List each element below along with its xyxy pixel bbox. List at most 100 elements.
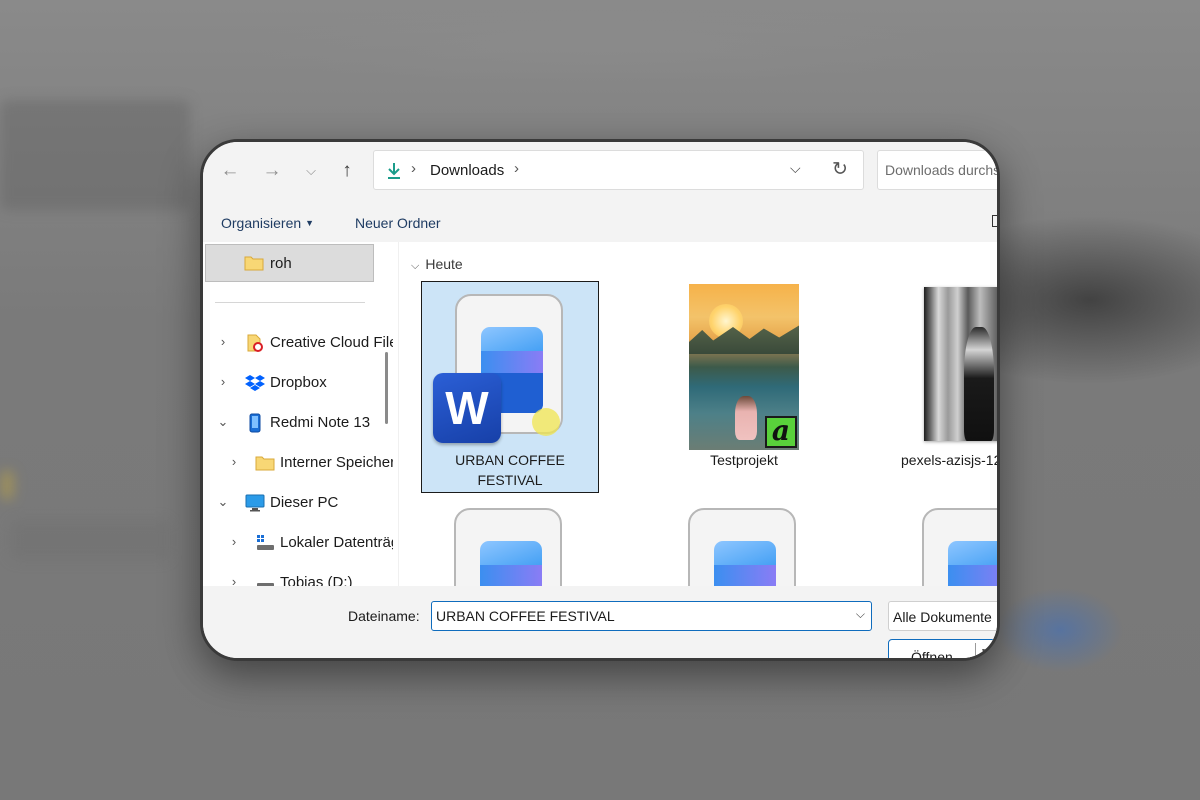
chevron-down-icon[interactable]: ⌄ bbox=[217, 414, 229, 430]
download-icon bbox=[388, 163, 400, 179]
chevron-right-icon[interactable]: › bbox=[228, 574, 240, 586]
phone-icon bbox=[249, 413, 261, 433]
tree-item-this-pc[interactable]: ⌄ Dieser PC bbox=[203, 483, 383, 523]
file-item-pexels[interactable]: pexels-azisjs-12 bbox=[889, 281, 1000, 493]
computer-icon bbox=[245, 494, 265, 512]
arrow-right-icon: → bbox=[262, 160, 282, 181]
bottom-bar: Dateiname: ⌵ Alle Dokumente Öffnen ▼ bbox=[203, 586, 997, 661]
folder-icon bbox=[255, 456, 275, 471]
search-input[interactable] bbox=[878, 151, 997, 189]
command-bar: Organisieren ▼ Neuer Ordner bbox=[203, 204, 997, 242]
tree-item-label: Interner Speicher bbox=[280, 454, 393, 471]
cliffs-graphic bbox=[689, 325, 799, 354]
filetype-select[interactable]: Alle Dokumente bbox=[888, 601, 997, 631]
file-name: pexels-azisjs-12 bbox=[901, 452, 1000, 468]
file-open-dialog: ← → ⌵ ↑ › Downloads › ⌵ ↻ Organisieren▼ … bbox=[200, 139, 1000, 661]
new-folder-button[interactable]: Neuer Ordner bbox=[355, 215, 441, 231]
tree-item-dropbox[interactable]: › Dropbox bbox=[203, 363, 383, 403]
navigation-scrollbar[interactable] bbox=[385, 352, 388, 424]
person-graphic bbox=[735, 396, 757, 440]
recent-locations-button[interactable]: ⌵ bbox=[296, 156, 326, 186]
group-header[interactable]: ⌵ Heute bbox=[411, 256, 463, 273]
background-blob bbox=[10, 520, 170, 560]
tree-item-internal-storage[interactable]: › Interner Speicher bbox=[203, 443, 393, 483]
tree-item-creative-cloud[interactable]: › Creative Cloud Files bbox=[203, 323, 393, 363]
file-list: ⌵ Heute W URBAN COFFEE FESTIVAL a Testpro… bbox=[398, 242, 1000, 586]
document-thumbnail bbox=[688, 508, 796, 586]
background-blob bbox=[0, 100, 190, 210]
filename-label: Dateiname: bbox=[348, 608, 420, 624]
tree-item-label: Lokaler Datenträger bbox=[280, 534, 393, 551]
filename-input[interactable] bbox=[432, 602, 850, 630]
address-history-dropdown[interactable]: ⌵ bbox=[790, 160, 801, 177]
up-button[interactable]: ↑ bbox=[332, 156, 362, 186]
tree-item-label: Redmi Note 13 bbox=[270, 414, 371, 431]
word-icon: W bbox=[433, 373, 501, 443]
file-item-urban-coffee-festival[interactable]: W URBAN COFFEE FESTIVAL bbox=[421, 281, 599, 493]
view-options-icon[interactable] bbox=[992, 215, 997, 227]
tree-item-redmi[interactable]: ⌄ Redmi Note 13 bbox=[203, 403, 383, 443]
address-bar[interactable]: › Downloads › ⌵ ↻ bbox=[373, 150, 864, 190]
tree-item-label: Dropbox bbox=[270, 374, 327, 391]
tree-item-local-disk[interactable]: › Lokaler Datenträger bbox=[203, 523, 393, 563]
caret-down-icon[interactable]: ▼ bbox=[980, 647, 990, 658]
word-tile-icon bbox=[480, 541, 542, 586]
filetype-value: Alle Dokumente bbox=[893, 609, 992, 625]
document-thumbnail bbox=[922, 508, 997, 586]
chevron-right-icon[interactable]: › bbox=[228, 454, 240, 469]
refresh-icon[interactable]: ↻ bbox=[832, 158, 848, 181]
background-blob bbox=[0, 470, 14, 500]
file-item-testprojekt[interactable]: a Testprojekt bbox=[655, 281, 833, 493]
creative-cloud-icon bbox=[247, 334, 263, 352]
document-thumbnail bbox=[454, 508, 562, 586]
chevron-right-icon[interactable]: › bbox=[228, 534, 240, 549]
chevron-right-icon[interactable]: › bbox=[217, 334, 229, 349]
chevron-down-icon[interactable]: ⌵ bbox=[856, 607, 865, 622]
tree-item-label: Dieser PC bbox=[270, 494, 339, 511]
quick-access-label: roh bbox=[270, 255, 292, 272]
word-tile-icon bbox=[948, 541, 997, 586]
breadcrumb-separator-icon[interactable]: › bbox=[514, 160, 519, 177]
arrow-left-icon: ← bbox=[220, 160, 240, 181]
mouse-cursor-icon bbox=[532, 408, 560, 436]
file-item-document[interactable] bbox=[655, 498, 833, 586]
organize-menu[interactable]: Organisieren ▼ bbox=[221, 215, 314, 231]
tree-item-drive-d[interactable]: › Tobias (D:) bbox=[203, 563, 383, 586]
group-label: Heute bbox=[425, 256, 463, 272]
affinity-app-icon: a bbox=[765, 416, 797, 448]
chevron-down-icon: ⌵ bbox=[411, 260, 420, 272]
drive-icon bbox=[257, 583, 274, 586]
pane-divider bbox=[215, 302, 365, 303]
dropbox-icon bbox=[245, 375, 265, 391]
chevron-down-icon: ⌵ bbox=[306, 163, 316, 178]
navigation-row: ← → ⌵ ↑ › Downloads › ⌵ ↻ bbox=[203, 142, 997, 204]
filename-combobox[interactable]: ⌵ bbox=[431, 601, 872, 631]
breadcrumb-downloads[interactable]: Downloads bbox=[430, 162, 504, 179]
file-item-document[interactable] bbox=[889, 498, 997, 586]
open-button-label: Öffnen bbox=[911, 649, 953, 661]
chevron-down-icon[interactable]: ⌄ bbox=[217, 494, 229, 510]
image-thumbnail bbox=[924, 287, 997, 441]
chevron-right-icon[interactable]: › bbox=[217, 374, 229, 389]
person-graphic bbox=[964, 327, 994, 441]
image-thumbnail: a bbox=[689, 284, 799, 450]
split-divider bbox=[975, 643, 976, 658]
quick-access-item-roh[interactable]: roh bbox=[205, 244, 374, 282]
breadcrumb-separator-icon: › bbox=[411, 160, 416, 177]
file-item-document[interactable] bbox=[421, 498, 599, 586]
back-button[interactable]: ← bbox=[215, 156, 245, 186]
file-name: Testprojekt bbox=[710, 452, 778, 468]
arrow-up-icon: ↑ bbox=[342, 160, 352, 181]
tree-item-label: Creative Cloud Files bbox=[270, 334, 393, 351]
folder-icon bbox=[244, 256, 264, 271]
organize-label: Organisieren bbox=[221, 215, 302, 231]
navigation-pane: roh › Creative Cloud Files › Dropbox ⌄ R… bbox=[203, 242, 393, 586]
drive-icon bbox=[257, 535, 274, 550]
caret-down-icon: ▼ bbox=[305, 218, 315, 228]
file-name: URBAN COFFEE FESTIVAL bbox=[455, 452, 565, 488]
search-box[interactable] bbox=[877, 150, 997, 190]
tree-item-label: Tobias (D:) bbox=[280, 574, 353, 586]
open-button[interactable]: Öffnen ▼ bbox=[888, 639, 996, 661]
word-tile-icon bbox=[714, 541, 776, 586]
forward-button[interactable]: → bbox=[257, 156, 287, 186]
